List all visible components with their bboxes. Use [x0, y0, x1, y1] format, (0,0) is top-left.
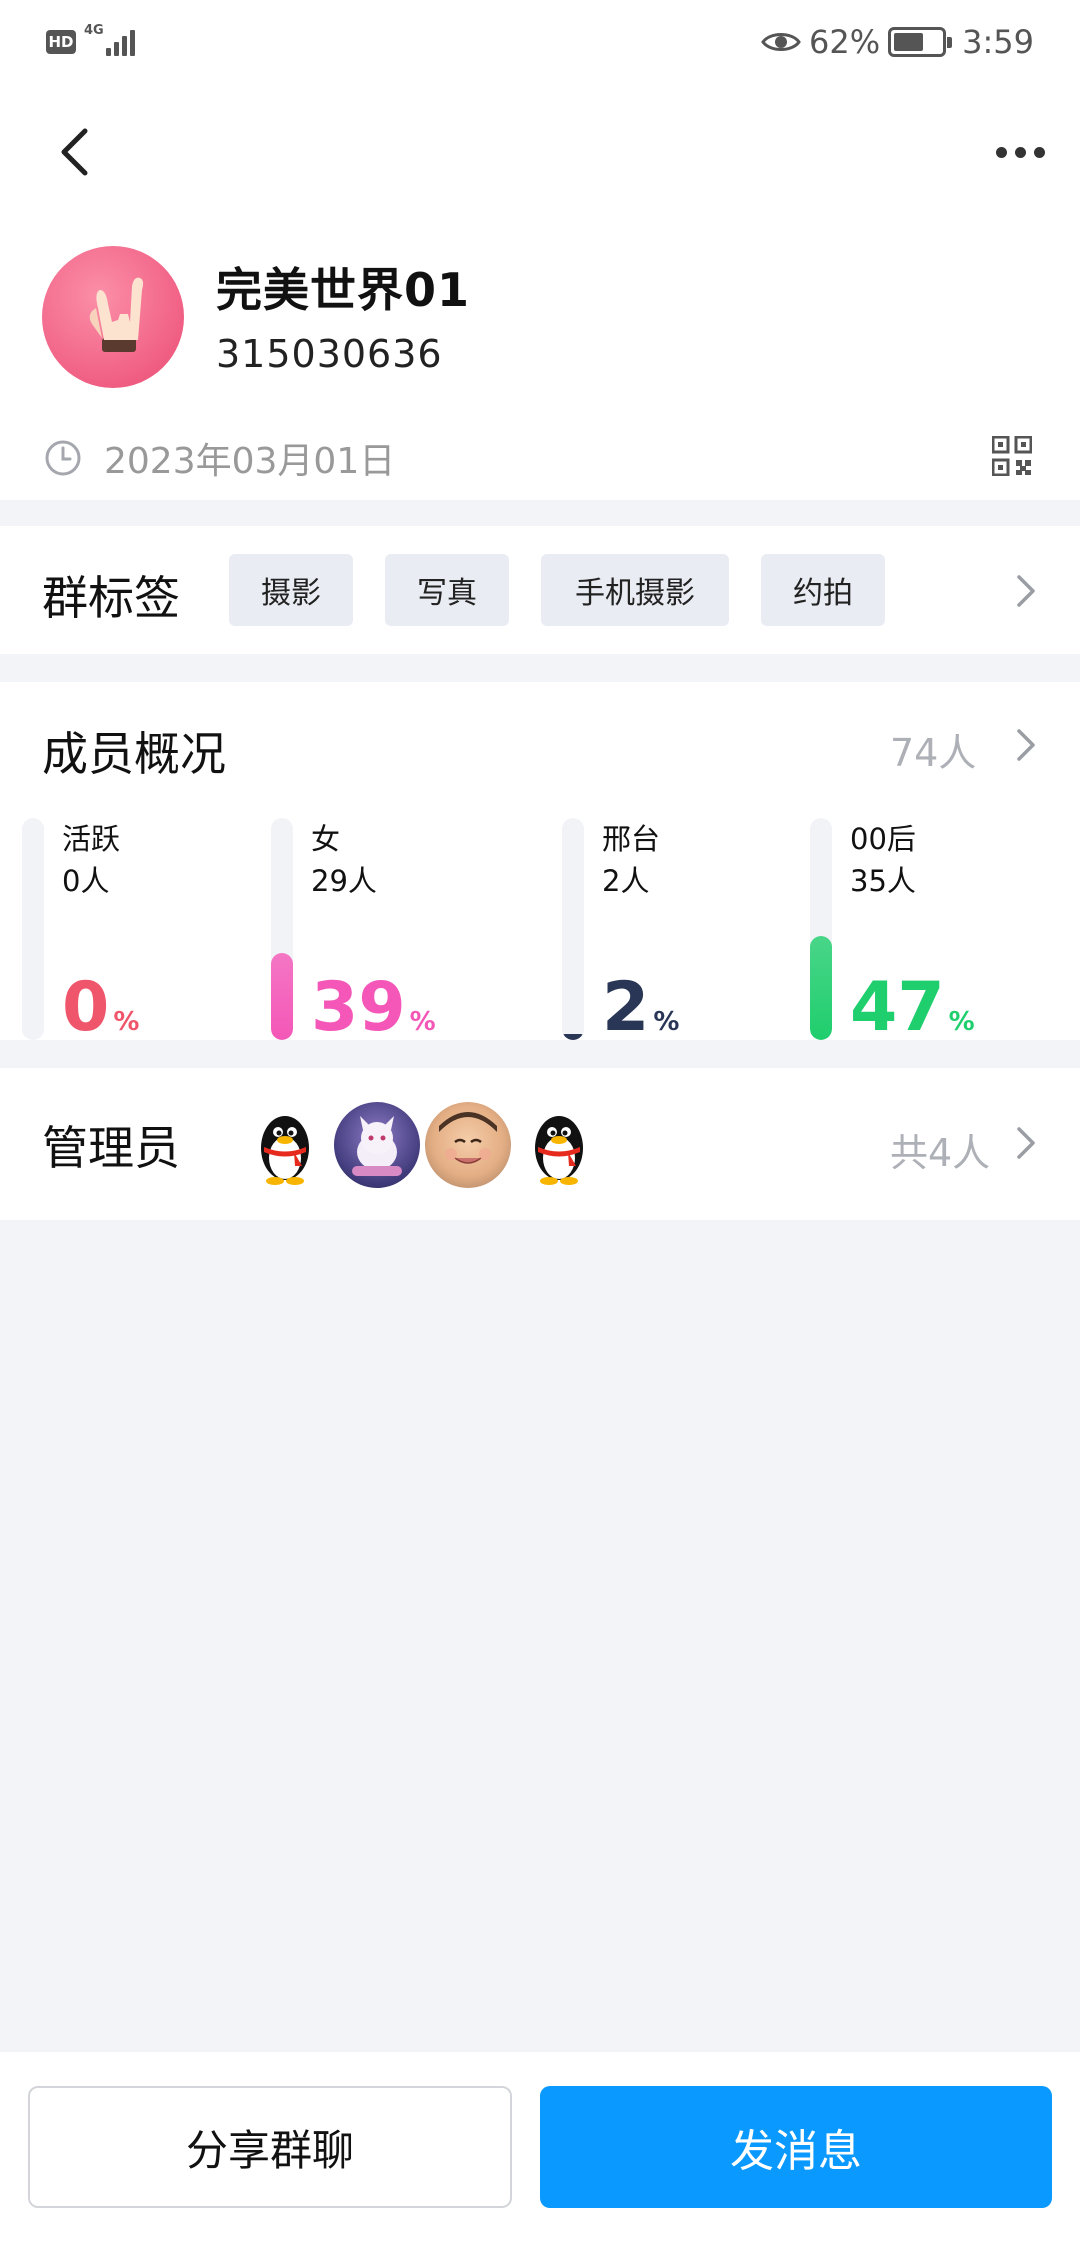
stat-percent-value: 2 — [602, 968, 650, 1047]
stat-bar-fill — [271, 953, 293, 1040]
percent-symbol: % — [653, 1007, 680, 1037]
stat-count: 0人 — [62, 864, 110, 898]
group-name: 完美世界01 — [216, 263, 471, 317]
network-type: 4G — [84, 23, 104, 38]
stat-label: 邢台 — [602, 822, 661, 856]
stat-percent-value: 39 — [311, 968, 406, 1047]
more-dot — [995, 146, 1007, 158]
cellular-signal-icon: 4G — [84, 24, 140, 58]
more-dot — [1014, 146, 1026, 158]
member-count: 74人 — [890, 731, 977, 775]
share-group-button[interactable]: 分享群聊 — [28, 2086, 512, 2208]
stat-percent: 39% — [311, 974, 436, 1042]
back-button[interactable] — [52, 122, 96, 182]
chevron-right-icon — [1017, 575, 1035, 607]
admins-section[interactable]: 管理员 共4人 — [0, 1068, 1080, 1220]
clock: 3:59 — [962, 23, 1034, 61]
stat-bar-track — [22, 818, 44, 1040]
created-date: 2023年03月01日 — [104, 441, 396, 482]
chevron-right-icon — [1017, 729, 1035, 761]
tags-title: 群标签 — [42, 571, 180, 625]
stat-age-group: 00后 35人 47% — [810, 818, 1050, 1042]
admins-title: 管理员 — [42, 1121, 180, 1175]
battery-icon — [888, 27, 953, 57]
stat-percent-value: 47 — [850, 968, 945, 1047]
stat-count: 29人 — [311, 864, 377, 898]
stat-label: 女 — [311, 822, 341, 856]
members-title: 成员概况 — [42, 727, 226, 781]
stat-percent-value: 0 — [62, 968, 110, 1047]
qr-code-icon — [991, 435, 1033, 477]
eye-icon — [761, 33, 801, 51]
stat-bar-track — [810, 818, 832, 1040]
group-tags-section[interactable]: 群标签 摄影 写真 手机摄影 约拍 — [0, 526, 1080, 654]
stat-label: 00后 — [850, 822, 916, 856]
stat-percent: 2% — [602, 974, 679, 1042]
tag-item[interactable]: 约拍 — [761, 554, 885, 626]
stat-count: 2人 — [602, 864, 650, 898]
send-message-button[interactable]: 发消息 — [540, 2086, 1052, 2208]
tag-item[interactable]: 手机摄影 — [541, 554, 729, 626]
more-options-button[interactable] — [990, 130, 1050, 174]
stat-percent: 0% — [62, 974, 139, 1042]
qr-code-button[interactable] — [991, 435, 1033, 477]
percent-symbol: % — [948, 1007, 975, 1037]
cartoon-cat-avatar — [334, 1102, 420, 1188]
stat-bar-track — [271, 818, 293, 1040]
tag-item[interactable]: 摄影 — [229, 554, 353, 626]
chevron-right-icon — [1017, 1127, 1035, 1159]
stat-bar-fill — [810, 936, 832, 1040]
group-avatar[interactable] — [42, 246, 184, 388]
stat-bar-fill — [562, 1034, 584, 1040]
stat-region: 邢台 2人 2% — [562, 818, 802, 1042]
status-bar: HD 4G 62% 3:59 — [0, 0, 1080, 84]
created-date-row: 2023年03月01日 — [44, 432, 395, 484]
stat-count: 35人 — [850, 864, 916, 898]
percent-symbol: % — [409, 1007, 436, 1037]
stat-label: 活跃 — [62, 822, 121, 856]
group-number: 315030636 — [216, 332, 443, 376]
chevron-left-icon — [61, 128, 88, 176]
stat-female: 女 29人 39% — [271, 818, 511, 1042]
rock-hand-icon — [89, 277, 144, 352]
stat-bar-track — [562, 818, 584, 1040]
clock-icon — [45, 440, 81, 476]
stat-percent: 47% — [850, 974, 975, 1042]
admin-count: 共4人 — [890, 1131, 991, 1175]
member-overview-section[interactable]: 成员概况 74人 活跃 0人 0% 女 29人 39% 邢台 2人 2% 00后… — [0, 682, 1080, 1042]
tag-item[interactable]: 写真 — [385, 554, 509, 626]
stat-active: 活跃 0人 0% — [22, 818, 262, 1042]
qq-penguin-avatar — [516, 1102, 602, 1188]
hd-indicator: HD — [46, 30, 76, 54]
percent-symbol: % — [113, 1007, 140, 1037]
more-dot — [1033, 146, 1045, 158]
battery-percent: 62% — [809, 23, 881, 61]
qq-penguin-avatar — [242, 1102, 328, 1188]
child-photo-avatar — [425, 1102, 511, 1188]
bottom-action-bar: 分享群聊 发消息 — [0, 2052, 1080, 2244]
